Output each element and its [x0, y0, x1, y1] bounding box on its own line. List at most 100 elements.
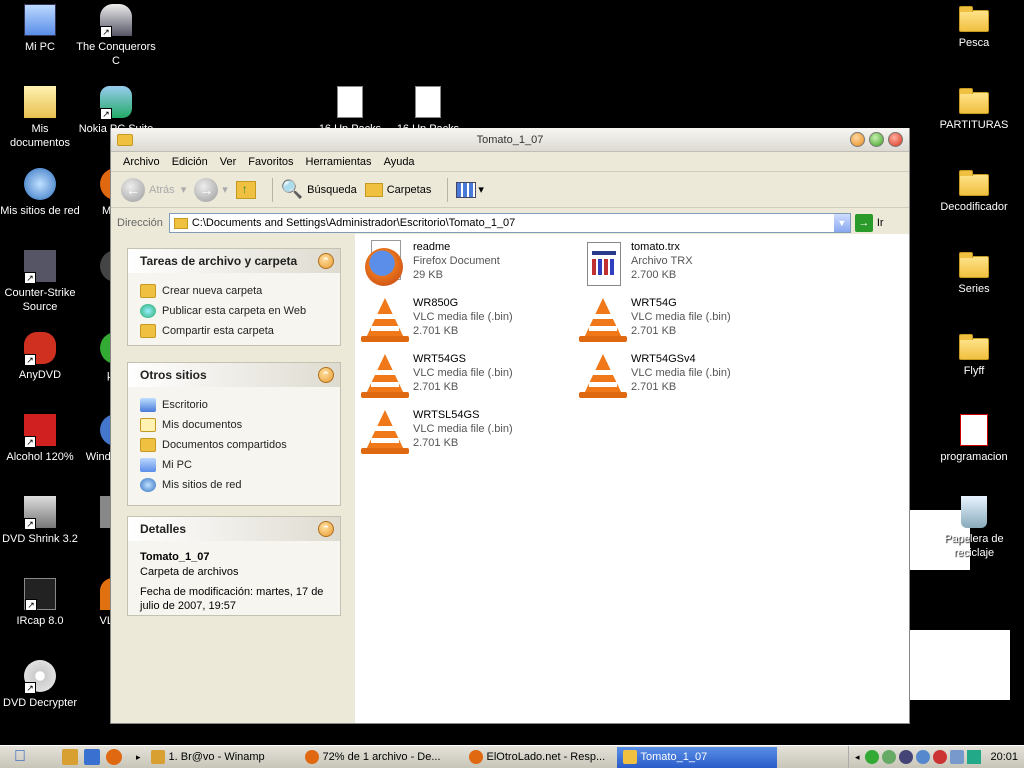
maximize-button[interactable]: [869, 132, 884, 147]
folders-button[interactable]: Carpetas: [364, 182, 431, 197]
firefox-document-icon: [361, 240, 409, 288]
taskbar-item-elotrolado[interactable]: ElOtroLado.net - Resp...: [463, 747, 613, 768]
recycle-bin-icon: [961, 496, 987, 528]
task-create-folder[interactable]: Crear nueva carpeta: [140, 281, 328, 301]
place-documentos-compartidos[interactable]: Documentos compartidos: [140, 435, 328, 455]
desktop-icon-mi-pc[interactable]: Mi PC: [0, 4, 80, 54]
tray-expand-icon[interactable]: ◂: [855, 752, 860, 763]
collapse-chevron-icon[interactable]: ⌃: [318, 367, 334, 383]
menu-herramientas[interactable]: Herramientas: [300, 156, 378, 168]
network-tray-icon[interactable]: [916, 750, 931, 764]
file-item[interactable]: WRT54G VLC media file (.bin) 2.701 KB: [579, 296, 799, 348]
ie-icon[interactable]: [84, 749, 100, 765]
place-mis-sitios-de-red[interactable]: Mis sitios de red: [140, 475, 328, 495]
panel-header[interactable]: Otros sitios ⌃: [128, 363, 340, 387]
connection-tray-icon[interactable]: [950, 750, 965, 764]
toolbar-separator: [447, 177, 449, 202]
folder-icon: [622, 750, 637, 764]
panel-header[interactable]: Detalles ⌃: [128, 517, 340, 541]
collapse-chevron-icon[interactable]: ⌃: [318, 253, 334, 269]
place-mis-documentos[interactable]: Mis documentos: [140, 415, 328, 435]
address-input[interactable]: C:\Documents and Settings\Administrador\…: [168, 213, 851, 233]
file-size: 2.701 KB: [413, 437, 459, 449]
address-path: C:\Documents and Settings\Administrador\…: [191, 217, 516, 229]
firefox-icon[interactable]: [106, 749, 122, 765]
file-type: VLC media file (.bin): [631, 311, 731, 323]
desktop-icon-decodificador[interactable]: Decodificador: [934, 168, 1014, 214]
vlc-file-icon: [361, 352, 409, 400]
address-label: Dirección: [117, 217, 163, 229]
antivirus-tray-icon[interactable]: [899, 750, 914, 764]
menu-archivo[interactable]: Archivo: [117, 156, 166, 168]
desktop-icon-papelera[interactable]: Papelera de reciclaje: [934, 496, 1014, 560]
panel-header[interactable]: Tareas de archivo y carpeta ⌃: [128, 249, 340, 273]
forward-arrow-icon: →: [194, 177, 219, 202]
collapse-chevron-icon[interactable]: ⌃: [318, 521, 334, 537]
address-dropdown-button[interactable]: ▼: [833, 214, 850, 232]
file-name: WRTSL54GS: [413, 409, 480, 421]
close-button[interactable]: [888, 132, 903, 147]
window-title: Tomato_1_07: [476, 133, 544, 146]
messenger-tray-icon[interactable]: [865, 750, 880, 764]
file-item[interactable]: WRT54GSv4 VLC media file (.bin) 2.701 KB: [579, 352, 799, 404]
search-button[interactable]: 🔍 Búsqueda: [281, 179, 357, 200]
file-name: WRT54G: [631, 297, 677, 309]
desktop-icon-pesca[interactable]: Pesca: [934, 4, 1014, 50]
forward-button[interactable]: → ▾: [194, 177, 228, 202]
taskbar-item-winamp[interactable]: 1. Br@vo - Winamp: [145, 747, 295, 768]
folder-icon: [959, 88, 989, 114]
menu-ver[interactable]: Ver: [214, 156, 243, 168]
desktop-icon-counter-strike[interactable]: Counter-Strike Source: [0, 250, 80, 314]
desktop-icon-conquerors[interactable]: The Conquerors C: [76, 4, 156, 68]
start-button[interactable]: : [0, 747, 40, 768]
security-tray-icon[interactable]: [933, 750, 948, 764]
my-computer-icon: [24, 4, 56, 36]
desktop-icon-dvd-decrypter[interactable]: DVD Decrypter: [0, 660, 80, 710]
file-name: WR850G: [413, 297, 459, 309]
taskbar-item-download[interactable]: 72% de 1 archivo - De...: [299, 747, 459, 768]
winamp-icon[interactable]: [62, 749, 78, 765]
other-places-panel: Otros sitios ⌃ Escritorio Mis documentos…: [127, 362, 341, 506]
minimize-button[interactable]: [850, 132, 865, 147]
folder-icon: [959, 252, 989, 278]
file-item[interactable]: readme Firefox Document 29 KB: [361, 240, 581, 292]
menu-favoritos[interactable]: Favoritos: [242, 156, 299, 168]
desktop-icon-mis-sitios-de-red[interactable]: Mis sitios de red: [0, 168, 80, 218]
desktop-icon-dvd-shrink[interactable]: DVD Shrink 3.2: [0, 496, 80, 546]
place-escritorio[interactable]: Escritorio: [140, 395, 328, 415]
file-item[interactable]: tomato.trx Archivo TRX 2.700 KB: [579, 240, 799, 292]
pdf-icon: [960, 414, 988, 446]
task-publish-web[interactable]: Publicar esta carpeta en Web: [140, 301, 328, 321]
up-folder-button[interactable]: ↑: [235, 180, 256, 199]
my-documents-icon: [140, 418, 156, 432]
menu-edicion[interactable]: Edición: [166, 156, 214, 168]
desktop-icon-anydvd[interactable]: AnyDVD: [0, 332, 80, 382]
details-type: Carpeta de archivos: [140, 566, 239, 578]
desktop-icon-flyff[interactable]: Flyff: [934, 332, 1014, 378]
file-icon: [337, 86, 363, 118]
desktop-icon-ircap[interactable]: IRcap 8.0: [0, 578, 80, 628]
desktop-icon-programacion[interactable]: programacion: [934, 414, 1014, 464]
quick-launch-chevron-icon[interactable]: ▸: [136, 752, 141, 763]
desktop-icon-series[interactable]: Series: [934, 250, 1014, 296]
title-bar[interactable]: Tomato_1_07: [111, 128, 909, 152]
file-item[interactable]: WR850G VLC media file (.bin) 2.701 KB: [361, 296, 581, 348]
views-button[interactable]: ▾: [456, 181, 484, 198]
file-type: VLC media file (.bin): [413, 311, 513, 323]
dvd-shrink-icon: [24, 496, 56, 530]
task-share-folder[interactable]: Compartir esta carpeta: [140, 321, 328, 341]
trx-file-icon: [579, 240, 627, 288]
desktop-icon-mis-documentos[interactable]: Mis documentos: [0, 86, 80, 150]
back-button[interactable]: ← Atrás ▾: [121, 177, 186, 202]
place-mi-pc[interactable]: Mi PC: [140, 455, 328, 475]
file-size: 2.701 KB: [413, 381, 459, 393]
desktop-icon-partituras[interactable]: PARTITURAS: [934, 86, 1014, 132]
file-item[interactable]: WRT54GS VLC media file (.bin) 2.701 KB: [361, 352, 581, 404]
file-item[interactable]: WRTSL54GS VLC media file (.bin) 2.701 KB: [361, 408, 581, 460]
utorrent-tray-icon[interactable]: [882, 750, 897, 764]
desktop-icon-alcohol[interactable]: Alcohol 120%: [0, 414, 80, 464]
volume-tray-icon[interactable]: [967, 750, 982, 764]
go-button[interactable]: → Ir: [854, 214, 884, 232]
taskbar-item-tomato[interactable]: Tomato_1_07: [616, 746, 777, 768]
menu-ayuda[interactable]: Ayuda: [378, 156, 421, 168]
